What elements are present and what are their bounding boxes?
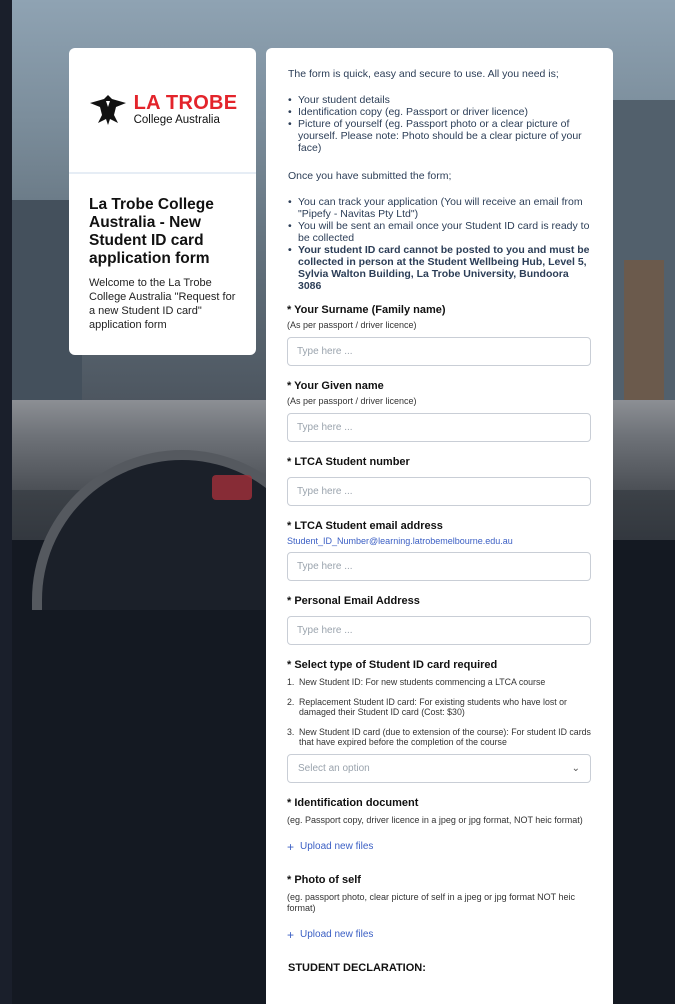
brand-name: LA TROBE bbox=[133, 92, 238, 115]
card-type-label: * Select type of Student ID card require… bbox=[287, 659, 498, 671]
after-list: You can track your application (You will… bbox=[288, 196, 591, 292]
intro-text: The form is quick, easy and secure to us… bbox=[288, 68, 591, 292]
id-document-label: * Identification document bbox=[287, 796, 419, 809]
personal-email-input[interactable] bbox=[287, 616, 591, 645]
option-number: 2. bbox=[287, 696, 295, 707]
card-type-option: 2. Replacement Student ID card: For exist… bbox=[287, 697, 591, 718]
declaration-heading: STUDENT DECLARATION: bbox=[288, 961, 426, 974]
student-number-field: * LTCA Student number bbox=[287, 456, 591, 506]
form-card: The form is quick, easy and secure to us… bbox=[266, 48, 613, 1004]
card-type-options: 1. New Student ID: For new students comme… bbox=[287, 677, 591, 748]
list-item: Your student details bbox=[288, 94, 591, 106]
personal-email-field: * Personal Email Address bbox=[287, 595, 591, 645]
bridge-light bbox=[212, 475, 252, 500]
building-right-2 bbox=[624, 260, 664, 400]
option-text: Replacement Student ID card: For existin… bbox=[299, 696, 567, 718]
list-item: You can track your application (You will… bbox=[288, 196, 591, 220]
brand-subtitle: College Australia bbox=[133, 114, 220, 127]
upload-label: Upload new files bbox=[300, 841, 374, 852]
given-name-help: (As per passport / driver licence) bbox=[287, 396, 417, 406]
card-type-option: 3. New Student ID card (due to extension … bbox=[287, 727, 591, 748]
chevron-down-icon: ⌄ bbox=[571, 762, 580, 774]
student-number-input[interactable] bbox=[287, 477, 591, 506]
id-document-help: (eg. Passport copy, driver licence in a … bbox=[287, 814, 583, 825]
student-email-input[interactable] bbox=[287, 552, 591, 581]
student-email-field: * LTCA Student email address Student_ID_… bbox=[287, 520, 591, 581]
logo-area: LA TROBE College Australia bbox=[69, 48, 256, 174]
given-name-input[interactable] bbox=[287, 413, 591, 442]
select-placeholder: Select an option bbox=[298, 762, 370, 774]
intro-lead: The form is quick, easy and secure to us… bbox=[288, 68, 559, 80]
needs-list: Your student details Identification copy… bbox=[288, 94, 591, 154]
option-text: New Student ID: For new students commenc… bbox=[299, 677, 546, 687]
option-text: New Student ID card (due to extension of… bbox=[299, 726, 591, 748]
surname-field: * Your Surname (Family name) (As per pas… bbox=[287, 304, 591, 366]
list-item: Picture of yourself (eg. Passport photo … bbox=[288, 118, 591, 154]
plus-icon: + bbox=[287, 839, 295, 854]
card-type-select[interactable]: Select an option ⌄ bbox=[287, 753, 591, 783]
card-type-option: 1. New Student ID: For new students comme… bbox=[287, 677, 591, 688]
given-name-field: * Your Given name (As per passport / dri… bbox=[287, 380, 591, 442]
card-type-field: * Select type of Student ID card require… bbox=[287, 659, 591, 783]
after-lead: Once you have submitted the form; bbox=[288, 170, 452, 182]
surname-label: * Your Surname (Family name) bbox=[287, 304, 446, 316]
form-title: La Trobe College Australia - New Student… bbox=[89, 196, 214, 267]
given-name-label: * Your Given name bbox=[287, 380, 384, 392]
plus-icon: + bbox=[287, 927, 295, 942]
upload-label: Upload new files bbox=[300, 929, 374, 940]
photo-help: (eg. passport photo, clear picture of se… bbox=[287, 891, 575, 913]
la-trobe-logo: LA TROBE College Australia bbox=[88, 93, 238, 127]
photo-upload-button[interactable]: + Upload new files bbox=[287, 928, 591, 942]
surname-input[interactable] bbox=[287, 337, 591, 366]
list-item: Identification copy (eg. Passport or dri… bbox=[288, 106, 591, 118]
id-document-upload-button[interactable]: + Upload new files bbox=[287, 840, 591, 854]
option-number: 3. bbox=[287, 726, 295, 737]
personal-email-label: * Personal Email Address bbox=[287, 595, 420, 607]
eagle-logo-icon bbox=[89, 95, 126, 125]
option-number: 1. bbox=[287, 677, 295, 687]
student-email-format: Student_ID_Number@learning.latrobemelbou… bbox=[287, 536, 513, 546]
photo-label: * Photo of self bbox=[287, 873, 361, 886]
id-document-field: * Identification document (eg. Passport … bbox=[287, 797, 591, 854]
student-number-label: * LTCA Student number bbox=[287, 456, 410, 468]
photo-field: * Photo of self (eg. passport photo, cle… bbox=[287, 874, 591, 942]
student-email-label: * LTCA Student email address bbox=[287, 520, 443, 532]
list-item: You will be sent an email once your Stud… bbox=[288, 220, 591, 244]
intro-card: LA TROBE College Australia La Trobe Coll… bbox=[69, 48, 256, 355]
surname-help: (As per passport / driver licence) bbox=[287, 320, 417, 330]
list-item: Your student ID card cannot be posted to… bbox=[288, 244, 591, 292]
form-description: Welcome to the La Trobe College Australi… bbox=[89, 277, 236, 331]
